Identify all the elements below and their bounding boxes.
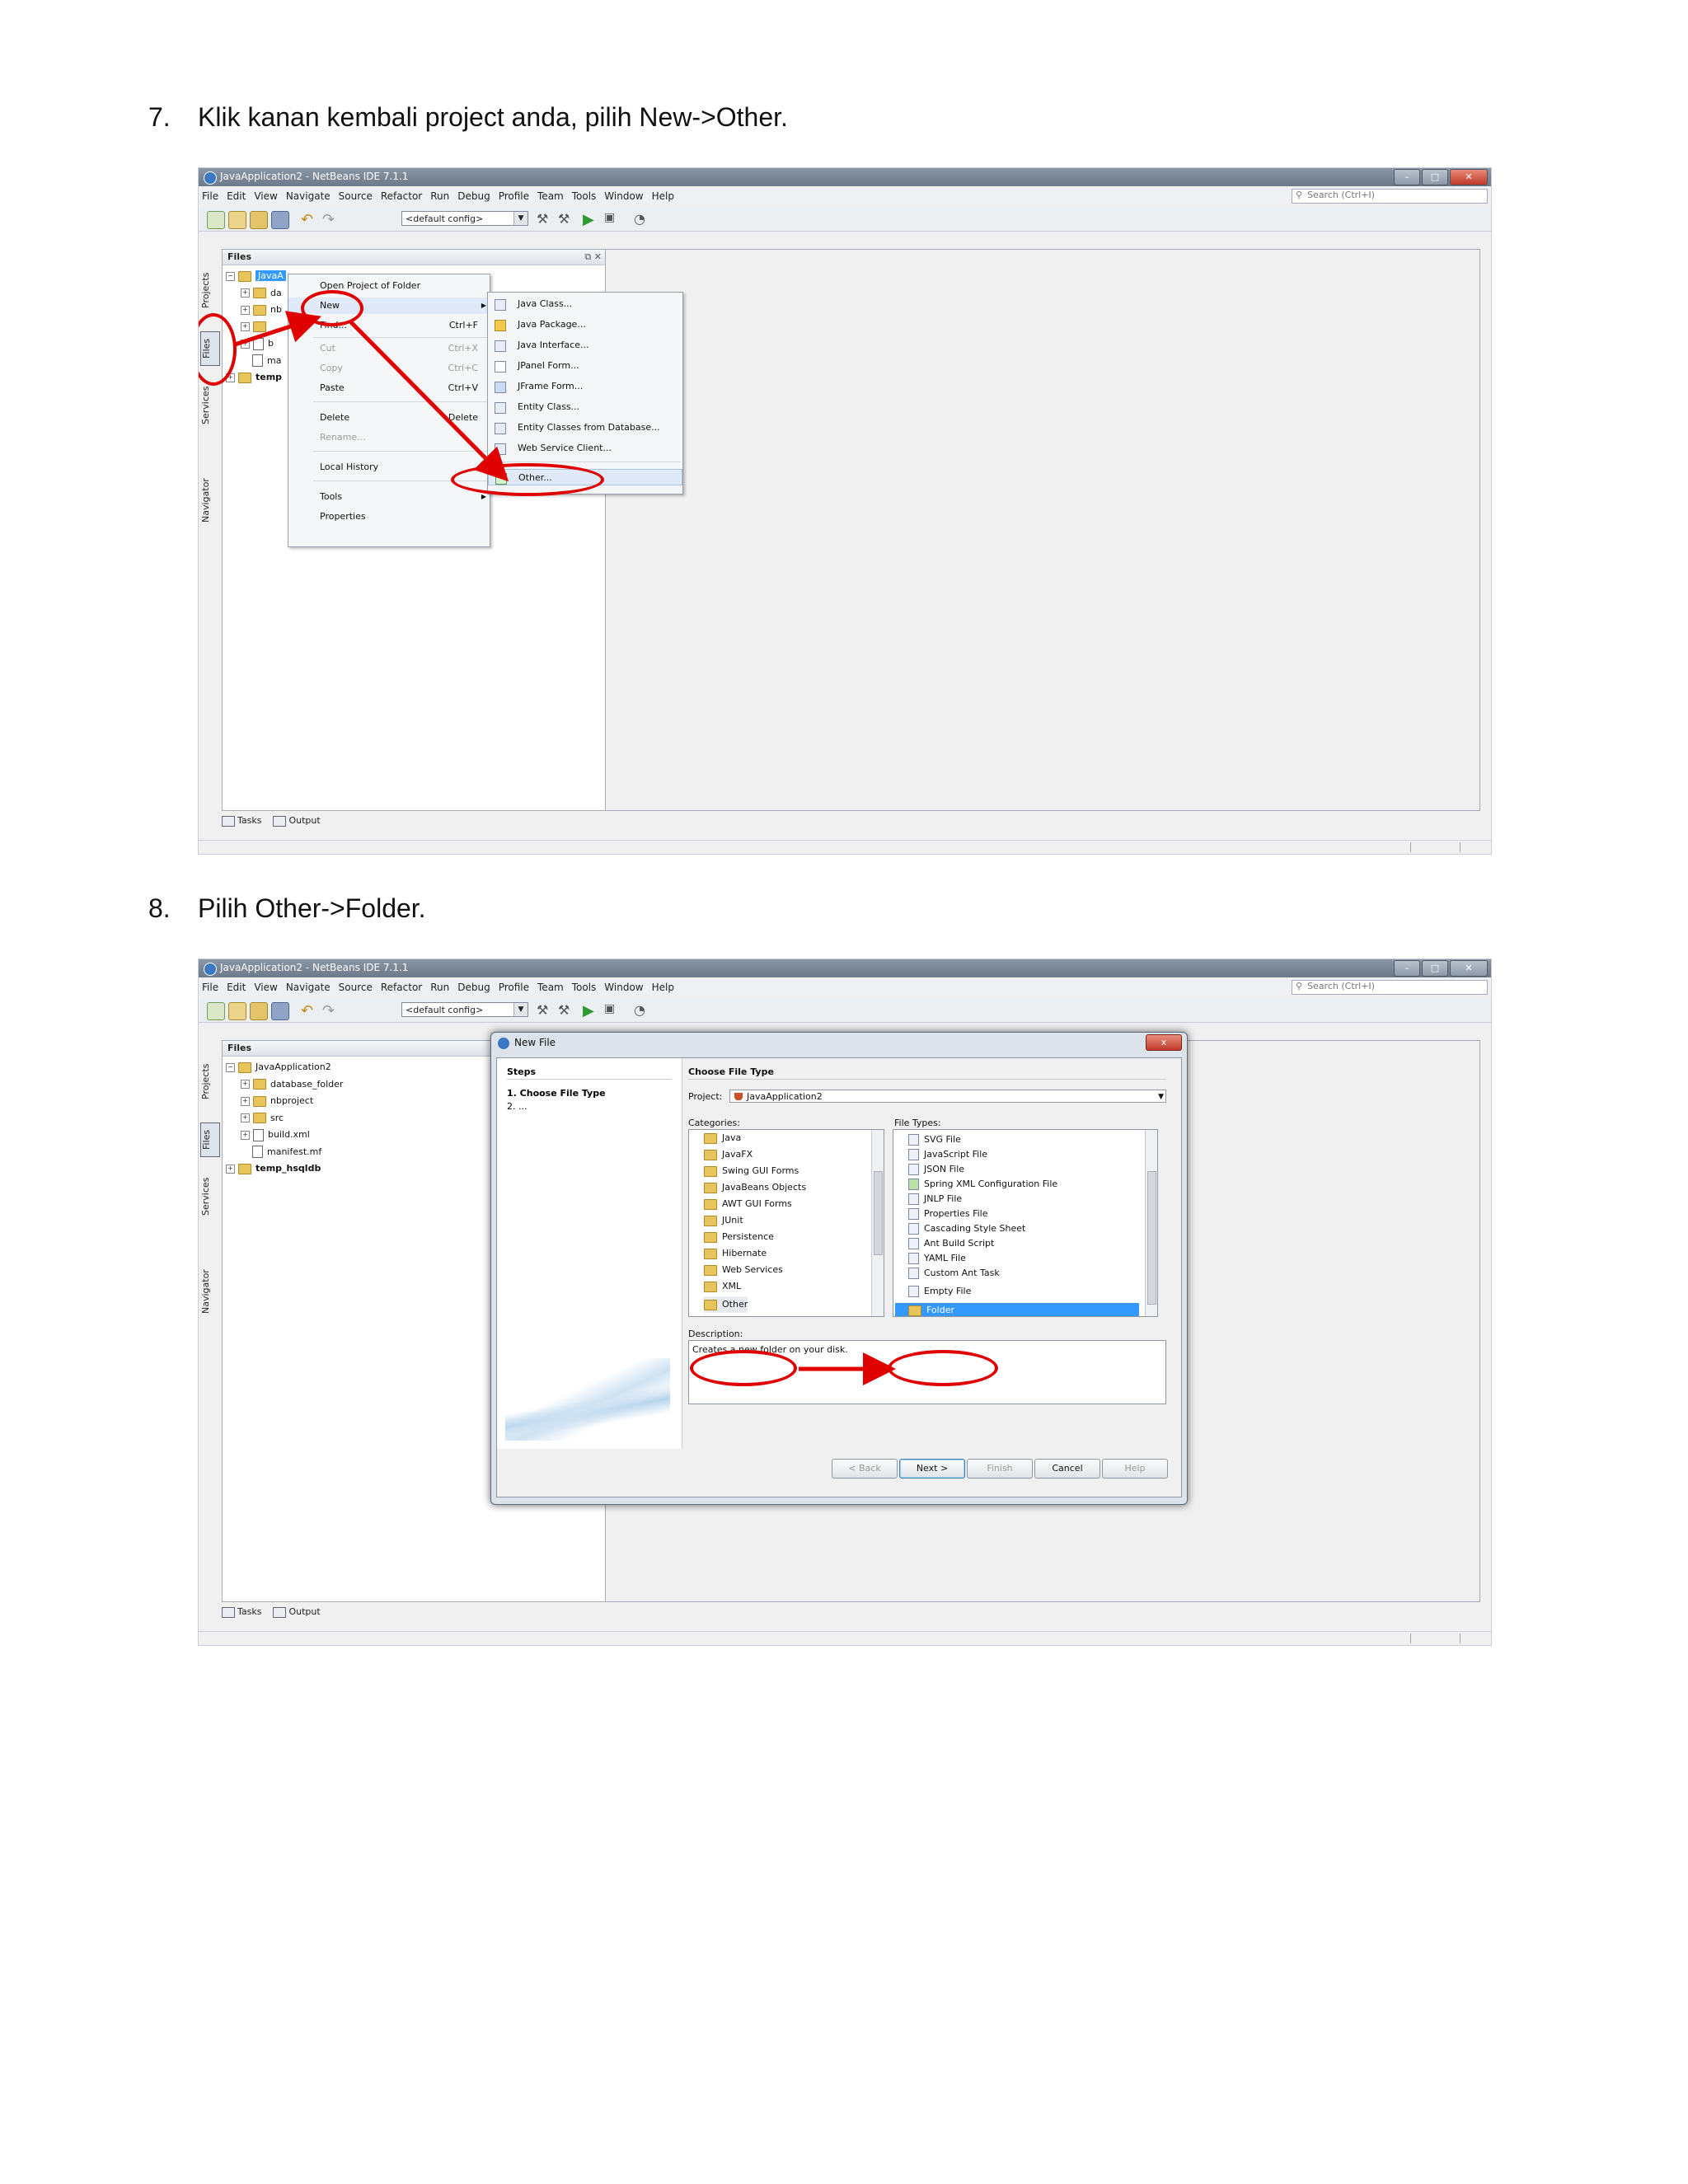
tasks-icon [222, 1606, 235, 1618]
bottom-tab-tasks[interactable]: Tasks [222, 815, 261, 827]
status-bar [199, 1631, 1491, 1645]
status-separator [1410, 842, 1411, 852]
step7-heading: 7. Klik kanan kembali project anda, pilih… [148, 102, 788, 133]
step8-heading: 8. Pilih Other->Folder. [148, 893, 426, 924]
status-separator [1410, 1633, 1411, 1643]
tab-label: Tasks [237, 1606, 262, 1617]
bottom-tabs: Tasks Output [222, 815, 321, 827]
tab-label: Output [288, 815, 321, 826]
step7-number: 7. [148, 102, 171, 132]
step8-text: Pilih Other->Folder. [198, 893, 426, 923]
step7-text: Klik kanan kembali project anda, pilih N… [198, 102, 788, 132]
bottom-tab-output[interactable]: Output [273, 815, 321, 827]
screenshot-step7: JavaApplication2 - NetBeans IDE 7.1.1 – □… [198, 167, 1492, 855]
bottom-tabs: Tasks Output [222, 1606, 321, 1618]
output-icon [273, 1606, 287, 1618]
step8-number: 8. [148, 893, 171, 923]
tab-label: Output [288, 1606, 321, 1617]
annotation-arrows [799, 1352, 896, 1385]
arrow-new-to-other [349, 320, 509, 482]
bottom-tab-output[interactable]: Output [273, 1606, 321, 1618]
annotation-arrows [234, 311, 509, 482]
status-bar [199, 840, 1491, 854]
arrow-files-to-new [234, 311, 322, 347]
status-separator [1460, 842, 1461, 852]
output-icon [273, 815, 287, 827]
bottom-tab-tasks[interactable]: Tasks [222, 1606, 261, 1618]
tab-label: Tasks [237, 815, 262, 826]
status-separator [1460, 1633, 1461, 1643]
tasks-icon [222, 815, 235, 827]
screenshot-step8: JavaApplication2 - NetBeans IDE 7.1.1 – □… [198, 958, 1492, 1646]
